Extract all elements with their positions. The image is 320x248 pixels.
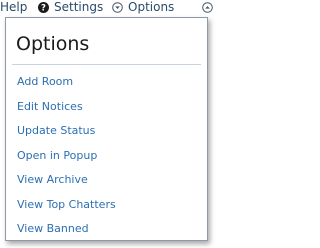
menu-item-view-banned[interactable]: View Banned <box>6 217 207 242</box>
menu-item-open-in-popup[interactable]: Open in Popup <box>6 144 207 169</box>
dropdown-separator <box>12 64 201 65</box>
dropdown-title: Options <box>16 33 90 55</box>
top-menu-bar: Help ? Settings Options <box>0 0 214 15</box>
chat-options-ui: Help ? Settings Options Options Add Room… <box>0 0 214 248</box>
chevron-down-circle-icon[interactable] <box>112 2 123 13</box>
options-dropdown: Options Add Room Edit Notices Update Sta… <box>5 17 208 241</box>
menu-item-view-top-chatters[interactable]: View Top Chatters <box>6 193 207 218</box>
help-link[interactable]: Help <box>0 0 27 15</box>
options-menu-toggle[interactable]: Options <box>128 0 174 15</box>
svg-text:?: ? <box>41 4 46 13</box>
options-menu-list: Add Room Edit Notices Update Status Open… <box>6 70 207 242</box>
settings-menu-toggle[interactable]: Settings <box>54 0 103 15</box>
chevron-up-circle-icon[interactable] <box>202 2 213 13</box>
menu-item-view-archive[interactable]: View Archive <box>6 168 207 193</box>
menu-item-add-room[interactable]: Add Room <box>6 70 207 95</box>
menu-item-update-status[interactable]: Update Status <box>6 119 207 144</box>
menu-item-edit-notices[interactable]: Edit Notices <box>6 95 207 120</box>
question-circle-icon[interactable]: ? <box>38 2 49 13</box>
